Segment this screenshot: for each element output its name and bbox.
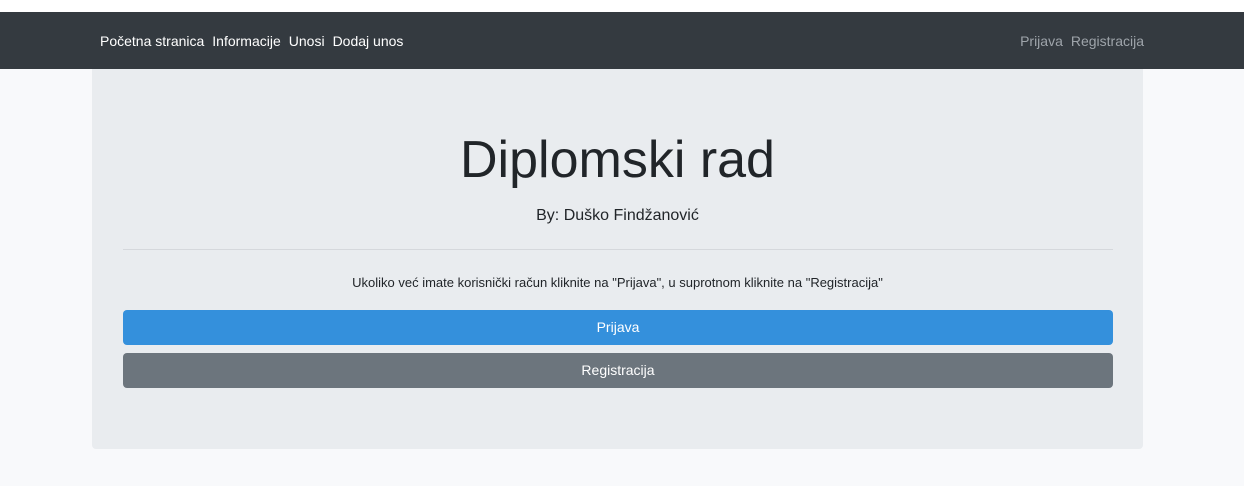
navbar-right: Prijava Registracija (1012, 12, 1144, 69)
navbar: Početna stranica Informacije Unosi Dodaj… (0, 12, 1244, 69)
page: Početna stranica Informacije Unosi Dodaj… (0, 0, 1244, 486)
page-title: Diplomski rad (460, 131, 775, 189)
login-button[interactable]: Prijava (123, 310, 1113, 345)
nav-link-entries[interactable]: Unosi (289, 31, 325, 51)
divider (123, 249, 1113, 250)
nav-link-info[interactable]: Informacije (212, 31, 280, 51)
nav-link-login[interactable]: Prijava (1020, 31, 1063, 51)
register-button[interactable]: Registracija (123, 353, 1113, 388)
instruction-text: Ukoliko već imate korisnički račun klikn… (352, 275, 883, 290)
nav-link-register[interactable]: Registracija (1071, 31, 1144, 51)
author-byline: By: Duško Findžanović (536, 207, 699, 224)
navbar-left: Početna stranica Informacije Unosi Dodaj… (100, 12, 411, 69)
nav-link-home[interactable]: Početna stranica (100, 31, 204, 51)
nav-link-add-entry[interactable]: Dodaj unos (333, 31, 404, 51)
jumbotron: Diplomski rad By: Duško Findžanović Ukol… (92, 69, 1143, 449)
top-strip (0, 0, 1244, 12)
